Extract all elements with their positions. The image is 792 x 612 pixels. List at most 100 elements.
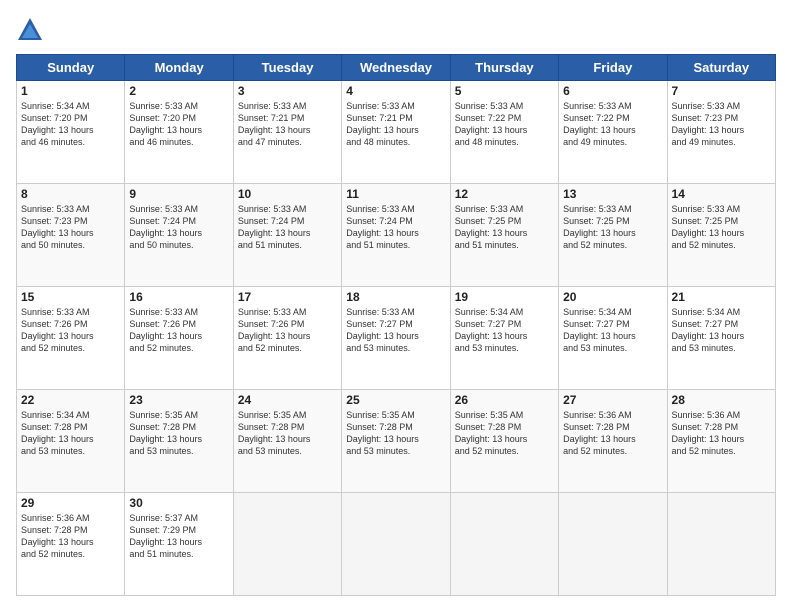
calendar-cell: 27 Sunrise: 5:36 AM Sunset: 7:28 PM Dayli…: [559, 390, 667, 493]
day-number: 9: [129, 187, 228, 201]
calendar-cell: 9 Sunrise: 5:33 AM Sunset: 7:24 PM Daylig…: [125, 184, 233, 287]
calendar-cell: 1Sunrise: 5:34 AM Sunset: 7:20 PM Daylig…: [17, 81, 125, 184]
weekday-header: Friday: [559, 55, 667, 81]
cell-sun-info: Sunrise: 5:33 AM Sunset: 7:24 PM Dayligh…: [129, 203, 228, 252]
calendar-header: SundayMondayTuesdayWednesdayThursdayFrid…: [17, 55, 776, 81]
calendar-cell: [667, 493, 775, 596]
calendar-cell: 22Sunrise: 5:34 AM Sunset: 7:28 PM Dayli…: [17, 390, 125, 493]
calendar-week-row: 1Sunrise: 5:34 AM Sunset: 7:20 PM Daylig…: [17, 81, 776, 184]
cell-sun-info: Sunrise: 5:35 AM Sunset: 7:28 PM Dayligh…: [346, 409, 445, 458]
cell-sun-info: Sunrise: 5:36 AM Sunset: 7:28 PM Dayligh…: [21, 512, 120, 561]
calendar-cell: 4 Sunrise: 5:33 AM Sunset: 7:21 PM Daylig…: [342, 81, 450, 184]
day-number: 30: [129, 496, 228, 510]
cell-sun-info: Sunrise: 5:33 AM Sunset: 7:25 PM Dayligh…: [563, 203, 662, 252]
cell-sun-info: Sunrise: 5:36 AM Sunset: 7:28 PM Dayligh…: [672, 409, 771, 458]
day-number: 7: [672, 84, 771, 98]
day-number: 18: [346, 290, 445, 304]
calendar-cell: [342, 493, 450, 596]
cell-sun-info: Sunrise: 5:33 AM Sunset: 7:25 PM Dayligh…: [455, 203, 554, 252]
calendar-body: 1Sunrise: 5:34 AM Sunset: 7:20 PM Daylig…: [17, 81, 776, 596]
weekday-header: Monday: [125, 55, 233, 81]
calendar-cell: 26Sunrise: 5:35 AM Sunset: 7:28 PM Dayli…: [450, 390, 558, 493]
weekday-header: Wednesday: [342, 55, 450, 81]
day-number: 20: [563, 290, 662, 304]
calendar-table: SundayMondayTuesdayWednesdayThursdayFrid…: [16, 54, 776, 596]
day-number: 25: [346, 393, 445, 407]
calendar-cell: 17 Sunrise: 5:33 AM Sunset: 7:26 PM Dayli…: [233, 287, 341, 390]
day-number: 23: [129, 393, 228, 407]
weekday-header: Tuesday: [233, 55, 341, 81]
day-number: 5: [455, 84, 554, 98]
day-number: 10: [238, 187, 337, 201]
calendar-cell: 5 Sunrise: 5:33 AM Sunset: 7:22 PM Daylig…: [450, 81, 558, 184]
cell-sun-info: Sunrise: 5:33 AM Sunset: 7:24 PM Dayligh…: [346, 203, 445, 252]
cell-sun-info: Sunrise: 5:33 AM Sunset: 7:27 PM Dayligh…: [346, 306, 445, 355]
day-number: 27: [563, 393, 662, 407]
day-number: 17: [238, 290, 337, 304]
page: SundayMondayTuesdayWednesdayThursdayFrid…: [0, 0, 792, 612]
calendar-week-row: 15Sunrise: 5:33 AM Sunset: 7:26 PM Dayli…: [17, 287, 776, 390]
calendar-week-row: 8 Sunrise: 5:33 AM Sunset: 7:23 PM Daylig…: [17, 184, 776, 287]
day-number: 1: [21, 84, 120, 98]
cell-sun-info: Sunrise: 5:34 AM Sunset: 7:27 PM Dayligh…: [672, 306, 771, 355]
calendar-cell: 24Sunrise: 5:35 AM Sunset: 7:28 PM Dayli…: [233, 390, 341, 493]
header-row: SundayMondayTuesdayWednesdayThursdayFrid…: [17, 55, 776, 81]
calendar-cell: 16 Sunrise: 5:33 AM Sunset: 7:26 PM Dayli…: [125, 287, 233, 390]
calendar-cell: 3 Sunrise: 5:33 AM Sunset: 7:21 PM Daylig…: [233, 81, 341, 184]
day-number: 13: [563, 187, 662, 201]
logo: [16, 16, 46, 44]
cell-sun-info: Sunrise: 5:33 AM Sunset: 7:26 PM Dayligh…: [129, 306, 228, 355]
cell-sun-info: Sunrise: 5:36 AM Sunset: 7:28 PM Dayligh…: [563, 409, 662, 458]
cell-sun-info: Sunrise: 5:33 AM Sunset: 7:23 PM Dayligh…: [672, 100, 771, 149]
day-number: 21: [672, 290, 771, 304]
cell-sun-info: Sunrise: 5:37 AM Sunset: 7:29 PM Dayligh…: [129, 512, 228, 561]
calendar-cell: [233, 493, 341, 596]
header: [16, 16, 776, 44]
cell-sun-info: Sunrise: 5:35 AM Sunset: 7:28 PM Dayligh…: [455, 409, 554, 458]
calendar-cell: 12 Sunrise: 5:33 AM Sunset: 7:25 PM Dayli…: [450, 184, 558, 287]
calendar-cell: 13 Sunrise: 5:33 AM Sunset: 7:25 PM Dayli…: [559, 184, 667, 287]
cell-sun-info: Sunrise: 5:33 AM Sunset: 7:24 PM Dayligh…: [238, 203, 337, 252]
calendar-cell: 7 Sunrise: 5:33 AM Sunset: 7:23 PM Daylig…: [667, 81, 775, 184]
cell-sun-info: Sunrise: 5:33 AM Sunset: 7:21 PM Dayligh…: [346, 100, 445, 149]
logo-icon: [16, 16, 44, 44]
calendar-cell: 8 Sunrise: 5:33 AM Sunset: 7:23 PM Daylig…: [17, 184, 125, 287]
calendar-cell: 23 Sunrise: 5:35 AM Sunset: 7:28 PM Dayli…: [125, 390, 233, 493]
day-number: 11: [346, 187, 445, 201]
cell-sun-info: Sunrise: 5:33 AM Sunset: 7:22 PM Dayligh…: [563, 100, 662, 149]
day-number: 2: [129, 84, 228, 98]
cell-sun-info: Sunrise: 5:35 AM Sunset: 7:28 PM Dayligh…: [238, 409, 337, 458]
cell-sun-info: Sunrise: 5:33 AM Sunset: 7:25 PM Dayligh…: [672, 203, 771, 252]
cell-sun-info: Sunrise: 5:33 AM Sunset: 7:21 PM Dayligh…: [238, 100, 337, 149]
cell-sun-info: Sunrise: 5:35 AM Sunset: 7:28 PM Dayligh…: [129, 409, 228, 458]
day-number: 29: [21, 496, 120, 510]
day-number: 8: [21, 187, 120, 201]
cell-sun-info: Sunrise: 5:34 AM Sunset: 7:27 PM Dayligh…: [455, 306, 554, 355]
cell-sun-info: Sunrise: 5:33 AM Sunset: 7:26 PM Dayligh…: [238, 306, 337, 355]
cell-sun-info: Sunrise: 5:33 AM Sunset: 7:26 PM Dayligh…: [21, 306, 120, 355]
calendar-cell: 11 Sunrise: 5:33 AM Sunset: 7:24 PM Dayli…: [342, 184, 450, 287]
calendar-cell: [450, 493, 558, 596]
calendar-cell: [559, 493, 667, 596]
calendar-cell: 28 Sunrise: 5:36 AM Sunset: 7:28 PM Dayli…: [667, 390, 775, 493]
calendar-cell: 29 Sunrise: 5:36 AM Sunset: 7:28 PM Dayli…: [17, 493, 125, 596]
calendar-cell: 21 Sunrise: 5:34 AM Sunset: 7:27 PM Dayli…: [667, 287, 775, 390]
cell-sun-info: Sunrise: 5:33 AM Sunset: 7:22 PM Dayligh…: [455, 100, 554, 149]
day-number: 3: [238, 84, 337, 98]
cell-sun-info: Sunrise: 5:33 AM Sunset: 7:20 PM Dayligh…: [129, 100, 228, 149]
weekday-header: Sunday: [17, 55, 125, 81]
day-number: 4: [346, 84, 445, 98]
day-number: 19: [455, 290, 554, 304]
calendar-cell: 25 Sunrise: 5:35 AM Sunset: 7:28 PM Dayli…: [342, 390, 450, 493]
weekday-header: Saturday: [667, 55, 775, 81]
day-number: 12: [455, 187, 554, 201]
day-number: 28: [672, 393, 771, 407]
day-number: 16: [129, 290, 228, 304]
calendar-cell: 18 Sunrise: 5:33 AM Sunset: 7:27 PM Dayli…: [342, 287, 450, 390]
calendar-cell: 2 Sunrise: 5:33 AM Sunset: 7:20 PM Daylig…: [125, 81, 233, 184]
calendar-cell: 6Sunrise: 5:33 AM Sunset: 7:22 PM Daylig…: [559, 81, 667, 184]
cell-sun-info: Sunrise: 5:33 AM Sunset: 7:23 PM Dayligh…: [21, 203, 120, 252]
day-number: 14: [672, 187, 771, 201]
calendar-week-row: 29 Sunrise: 5:36 AM Sunset: 7:28 PM Dayli…: [17, 493, 776, 596]
calendar-cell: 20Sunrise: 5:34 AM Sunset: 7:27 PM Dayli…: [559, 287, 667, 390]
